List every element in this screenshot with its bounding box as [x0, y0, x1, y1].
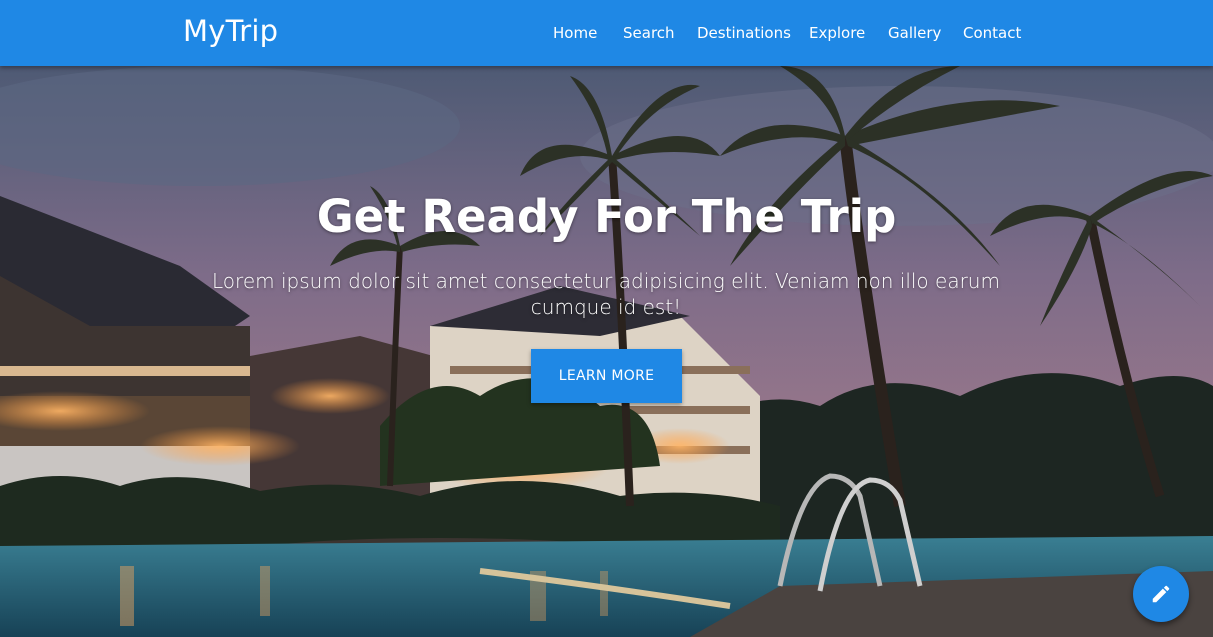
navbar: MyTrip Home Search Destinations Explore …	[0, 0, 1213, 66]
nav-link-explore[interactable]: Explore	[809, 24, 865, 42]
hero-title: Get Ready For The Trip	[316, 190, 897, 243]
edit-fab-button[interactable]	[1133, 566, 1189, 622]
nav-link-destinations[interactable]: Destinations	[697, 24, 791, 42]
hero-subtitle: Lorem ipsum dolor sit amet consectetur a…	[212, 269, 1000, 319]
nav-link-contact[interactable]: Contact	[963, 24, 1021, 42]
hero-section: Get Ready For The Trip Lorem ipsum dolor…	[0, 66, 1213, 637]
pencil-icon	[1152, 585, 1170, 603]
nav-link-gallery[interactable]: Gallery	[888, 24, 941, 42]
main-nav: Home Search Destinations Explore Gallery…	[0, 24, 1213, 44]
nav-link-home[interactable]: Home	[553, 24, 597, 42]
learn-more-button[interactable]: LEARN MORE	[531, 349, 682, 403]
nav-link-search[interactable]: Search	[623, 24, 675, 42]
